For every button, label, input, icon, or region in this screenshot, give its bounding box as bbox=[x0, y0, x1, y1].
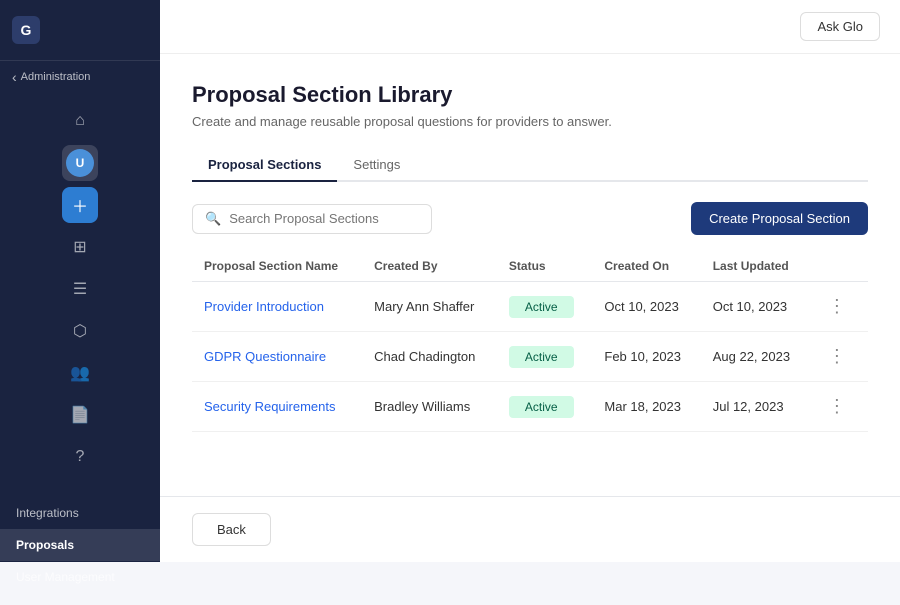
proposal-sections-table: Proposal Section Name Created By Status … bbox=[192, 251, 868, 432]
col-last-updated: Last Updated bbox=[701, 251, 810, 282]
table-row: Security Requirements Bradley Williams A… bbox=[192, 382, 868, 432]
cell-status-1: Active bbox=[497, 332, 592, 382]
cell-name-0: Provider Introduction bbox=[192, 282, 362, 332]
cell-created-on-1: Feb 10, 2023 bbox=[592, 332, 700, 382]
table-row: Provider Introduction Mary Ann Shaffer A… bbox=[192, 282, 868, 332]
toolbar: 🔍 Create Proposal Section bbox=[192, 202, 868, 235]
app-logo: G bbox=[12, 16, 40, 44]
status-badge-1: Active bbox=[509, 346, 574, 368]
create-proposal-section-button[interactable]: Create Proposal Section bbox=[691, 202, 868, 235]
sidebar-header: G bbox=[0, 0, 160, 61]
search-icon: 🔍 bbox=[205, 211, 221, 227]
sidebar-item-proposals[interactable]: Proposals bbox=[0, 529, 160, 561]
search-box: 🔍 bbox=[192, 204, 432, 234]
col-created-on: Created On bbox=[592, 251, 700, 282]
cell-status-0: Active bbox=[497, 282, 592, 332]
cell-created-by-1: Chad Chadington bbox=[362, 332, 497, 382]
topbar: Ask Glo bbox=[160, 0, 900, 54]
cell-created-by-2: Bradley Williams bbox=[362, 382, 497, 432]
status-badge-2: Active bbox=[509, 396, 574, 418]
page-title: Proposal Section Library bbox=[192, 82, 868, 108]
footer-bar: Back bbox=[160, 496, 900, 562]
back-button[interactable]: Back bbox=[192, 513, 271, 546]
cell-created-by-0: Mary Ann Shaffer bbox=[362, 282, 497, 332]
page-subtitle: Create and manage reusable proposal ques… bbox=[192, 114, 868, 129]
sidebar-nav: Integrations Proposals User Management bbox=[0, 485, 160, 605]
cell-name-1: GDPR Questionnaire bbox=[192, 332, 362, 382]
col-name: Proposal Section Name bbox=[192, 251, 362, 282]
cell-last-updated-2: Jul 12, 2023 bbox=[701, 382, 810, 432]
col-status: Status bbox=[497, 251, 592, 282]
tab-bar: Proposal Sections Settings bbox=[192, 149, 868, 182]
sidebar-back-link[interactable]: Administration bbox=[0, 61, 160, 93]
sidebar-item-user-management[interactable]: User Management bbox=[0, 561, 160, 593]
ask-glo-button[interactable]: Ask Glo bbox=[800, 12, 880, 41]
col-actions bbox=[810, 251, 868, 282]
home-icon[interactable]: ⌂ bbox=[62, 103, 98, 139]
table-header: Proposal Section Name Created By Status … bbox=[192, 251, 868, 282]
dashboard-icon[interactable]: ⊞ bbox=[62, 229, 98, 265]
table-row: GDPR Questionnaire Chad Chadington Activ… bbox=[192, 332, 868, 382]
main-content: Ask Glo Proposal Section Library Create … bbox=[160, 0, 900, 562]
more-actions-button-1[interactable]: ⋮ bbox=[822, 344, 852, 369]
status-badge-0: Active bbox=[509, 296, 574, 318]
cell-actions-1: ⋮ bbox=[810, 332, 868, 382]
proposal-section-link-0[interactable]: Provider Introduction bbox=[204, 299, 324, 314]
table-body: Provider Introduction Mary Ann Shaffer A… bbox=[192, 282, 868, 432]
cell-created-on-0: Oct 10, 2023 bbox=[592, 282, 700, 332]
cell-status-2: Active bbox=[497, 382, 592, 432]
proposal-section-link-1[interactable]: GDPR Questionnaire bbox=[204, 349, 326, 364]
help-icon[interactable]: ? bbox=[62, 439, 98, 475]
cell-last-updated-1: Aug 22, 2023 bbox=[701, 332, 810, 382]
avatar: U bbox=[66, 149, 94, 177]
cell-actions-0: ⋮ bbox=[810, 282, 868, 332]
more-actions-button-0[interactable]: ⋮ bbox=[822, 294, 852, 319]
sidebar: G Administration ⌂ U ＋ ⊞ ☰ ⬡ 👥 📄 ? Integ… bbox=[0, 0, 160, 562]
tab-settings[interactable]: Settings bbox=[337, 149, 416, 182]
content-area: Proposal Section Library Create and mana… bbox=[160, 54, 900, 496]
search-input[interactable] bbox=[229, 211, 419, 226]
cell-actions-2: ⋮ bbox=[810, 382, 868, 432]
col-created-by: Created By bbox=[362, 251, 497, 282]
proposal-section-link-2[interactable]: Security Requirements bbox=[204, 399, 336, 414]
people-icon[interactable]: 👥 bbox=[62, 355, 98, 391]
sidebar-item-integrations[interactable]: Integrations bbox=[0, 497, 160, 529]
add-icon[interactable]: ＋ bbox=[62, 187, 98, 223]
user-avatar[interactable]: U bbox=[62, 145, 98, 181]
tab-proposal-sections[interactable]: Proposal Sections bbox=[192, 149, 337, 182]
cell-created-on-2: Mar 18, 2023 bbox=[592, 382, 700, 432]
org-icon[interactable]: ⬡ bbox=[62, 313, 98, 349]
document-icon[interactable]: 📄 bbox=[62, 397, 98, 433]
cell-last-updated-0: Oct 10, 2023 bbox=[701, 282, 810, 332]
list-icon[interactable]: ☰ bbox=[62, 271, 98, 307]
cell-name-2: Security Requirements bbox=[192, 382, 362, 432]
more-actions-button-2[interactable]: ⋮ bbox=[822, 394, 852, 419]
